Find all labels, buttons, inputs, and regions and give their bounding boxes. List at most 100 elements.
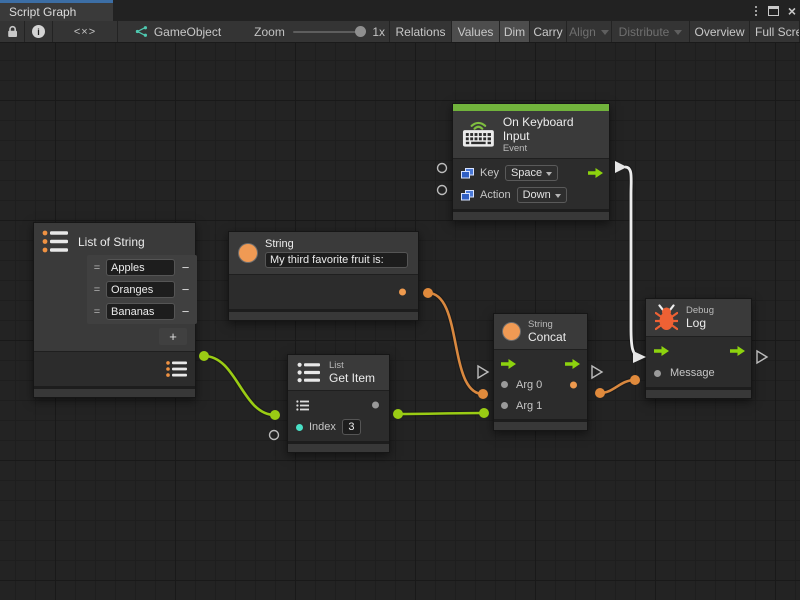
list-item-row: = Oranges −: [90, 280, 194, 299]
node-on-keyboard-input[interactable]: On Keyboard Input Event Key Space: [452, 103, 610, 221]
dropdown-arrow-icon: [601, 30, 609, 35]
index-input-port[interactable]: [296, 424, 303, 431]
item-output-port[interactable]: [372, 402, 379, 409]
control-output-port[interactable]: [730, 346, 745, 356]
overview-button[interactable]: Overview: [690, 21, 750, 42]
string-type-icon: [239, 244, 257, 262]
arg1-label: Arg 1: [516, 400, 542, 412]
align-menu[interactable]: Align: [567, 21, 612, 42]
tab-title: Script Graph: [9, 5, 76, 19]
info-button[interactable]: i: [25, 21, 53, 42]
zoom-slider[interactable]: [293, 31, 363, 33]
string-type-icon: [503, 323, 520, 340]
list-item-row: = Apples −: [90, 258, 194, 277]
list-item-field[interactable]: Bananas: [106, 303, 175, 320]
graph-context-cell: GameObject Zoom 1x: [118, 21, 390, 42]
result-output-port[interactable]: [570, 381, 577, 388]
toggle-dim[interactable]: Dim: [500, 21, 530, 42]
node-title: Concat: [528, 330, 566, 344]
key-dropdown[interactable]: Space: [505, 165, 558, 181]
key-port-row: Key Space: [453, 162, 609, 184]
list-item-field[interactable]: Oranges: [106, 281, 175, 298]
remove-item-button[interactable]: −: [177, 261, 194, 274]
node-footer: [453, 209, 609, 220]
maximize-icon[interactable]: [768, 6, 779, 16]
control-input-port[interactable]: [501, 359, 516, 369]
lock-button[interactable]: [0, 21, 25, 42]
node-subtitle: Event: [503, 143, 600, 154]
action-port-row: Action Down: [453, 184, 609, 206]
action-dropdown[interactable]: Down: [517, 187, 567, 203]
list-input-port[interactable]: [296, 400, 310, 411]
string-value-field[interactable]: My third favorite fruit is:: [265, 252, 408, 268]
node-list-of-string[interactable]: List of String = Apples − = Oranges − = …: [33, 222, 196, 398]
node-footer: [229, 309, 418, 320]
node-category: String: [528, 319, 566, 330]
arg1-input-port[interactable]: [501, 402, 508, 409]
zoom-label: Zoom: [254, 25, 285, 39]
message-row: Message: [646, 362, 751, 384]
toggle-carry[interactable]: Carry: [530, 21, 567, 42]
close-icon[interactable]: ×: [788, 5, 796, 17]
action-label: Action: [480, 189, 511, 201]
full-screen-button[interactable]: Full Screen: [750, 21, 800, 42]
node-title: Get Item: [329, 371, 375, 385]
control-output-port[interactable]: [565, 359, 580, 369]
list-editor: = Apples − = Oranges − = Bananas −: [87, 255, 197, 324]
list-output-port[interactable]: [166, 361, 188, 378]
index-label: Index: [309, 421, 336, 433]
keyboard-icon: [462, 121, 495, 148]
event-accent-bar: [453, 104, 609, 111]
node-title: String: [265, 238, 408, 250]
list-item-field[interactable]: Apples: [106, 259, 175, 276]
remove-item-button[interactable]: −: [177, 305, 194, 318]
drag-handle[interactable]: =: [90, 306, 104, 318]
control-output-port[interactable]: [588, 168, 603, 178]
node-string-literal[interactable]: String My third favorite fruit is:: [228, 231, 419, 321]
node-category: Debug: [686, 305, 714, 316]
control-input-port[interactable]: [654, 346, 669, 356]
node-footer: [494, 419, 587, 430]
list-input-row: [288, 394, 389, 416]
zoom-slider-handle[interactable]: [355, 26, 366, 37]
window-menu-icon[interactable]: [753, 4, 759, 18]
tab-script-graph[interactable]: Script Graph: [0, 0, 113, 21]
key-label: Key: [480, 167, 499, 179]
node-debug-log[interactable]: Debug Log Message: [645, 298, 752, 399]
graph-canvas[interactable]: On Keyboard Input Event Key Space: [0, 43, 800, 600]
toggle-relations[interactable]: Relations: [390, 21, 452, 42]
arg0-row: Arg 0: [494, 374, 587, 395]
list-icon: [42, 230, 69, 253]
add-item-button[interactable]: +: [159, 328, 187, 345]
script-machine-icon: [135, 24, 148, 39]
string-output-port[interactable]: [399, 289, 406, 296]
lock-icon: [7, 25, 18, 38]
dropdown-arrow-icon: [674, 30, 682, 35]
distribute-menu[interactable]: Distribute: [612, 21, 690, 42]
toggle-values[interactable]: Values: [452, 21, 500, 42]
node-concat[interactable]: String Concat Arg 0 Arg 1: [493, 313, 588, 431]
code-preview-button[interactable]: <×>: [53, 21, 118, 42]
index-value-field[interactable]: 3: [342, 419, 361, 435]
arg0-input-port[interactable]: [501, 381, 508, 388]
node-category: List: [329, 360, 375, 371]
context-object-label[interactable]: GameObject: [154, 25, 221, 39]
windowed-value-icon: [461, 168, 474, 179]
tab-bar: Script Graph ×: [0, 0, 800, 21]
node-get-item[interactable]: List Get Item Index 3: [287, 354, 390, 453]
arg0-label: Arg 0: [516, 379, 542, 391]
list-icon: [297, 362, 321, 383]
control-flow-row: [494, 353, 587, 374]
message-label: Message: [670, 367, 715, 379]
drag-handle[interactable]: =: [90, 262, 104, 274]
control-flow-row: [646, 340, 751, 362]
list-item-row: = Bananas −: [90, 302, 194, 321]
remove-item-button[interactable]: −: [177, 283, 194, 296]
code-icon: <×>: [74, 26, 96, 38]
zoom-value: 1x: [372, 25, 385, 39]
dropdown-arrow-icon: [546, 172, 552, 176]
window-controls: ×: [753, 4, 796, 18]
drag-handle[interactable]: =: [90, 284, 104, 296]
message-input-port[interactable]: [654, 370, 661, 377]
info-icon: i: [32, 25, 45, 38]
